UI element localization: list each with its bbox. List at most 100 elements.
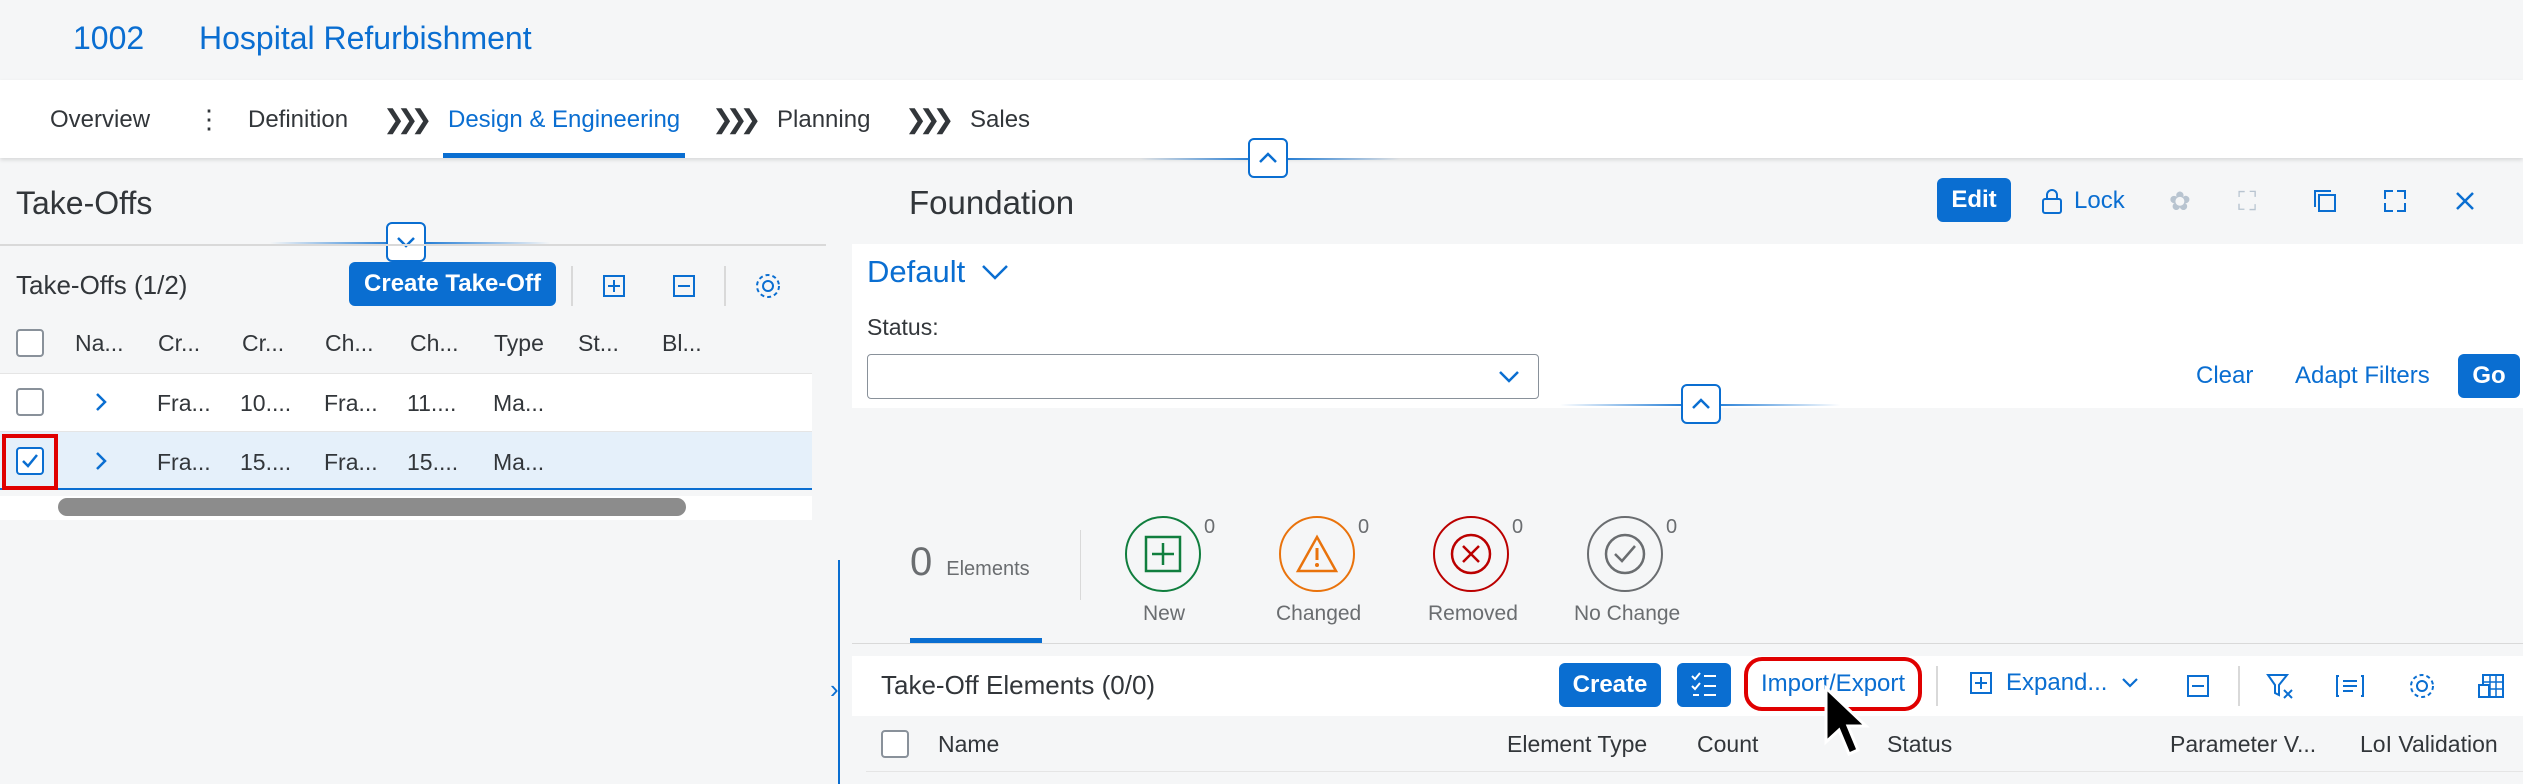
checklist-icon bbox=[1691, 672, 1716, 696]
kpi-no-change[interactable] bbox=[1587, 516, 1663, 592]
elements-label: Elements bbox=[946, 558, 1030, 580]
palette-icon: ✿ bbox=[2169, 186, 2191, 216]
column-header[interactable]: Name bbox=[938, 731, 999, 758]
lock-button[interactable]: Lock bbox=[2040, 184, 2130, 218]
column-header[interactable]: Parameter V... bbox=[2170, 731, 2316, 758]
kpi-new[interactable] bbox=[1125, 516, 1201, 592]
collapse-filter-button[interactable] bbox=[1681, 384, 1721, 424]
elements-table-title: Take-Off Elements (0/0) bbox=[881, 670, 1156, 700]
tab-sales[interactable]: Sales bbox=[970, 106, 1030, 134]
column-header[interactable]: Na... bbox=[75, 330, 124, 357]
go-button[interactable]: Go bbox=[2458, 354, 2520, 398]
toolbar-separator bbox=[1936, 666, 1938, 706]
table-row[interactable] bbox=[0, 374, 812, 432]
column-header[interactable]: Cr... bbox=[242, 330, 284, 357]
lock-icon bbox=[2042, 189, 2062, 214]
kpi-separator bbox=[1080, 530, 1081, 600]
cell: 15.... bbox=[407, 449, 459, 475]
variant-selector[interactable]: Default bbox=[867, 254, 1009, 290]
cell: Ma... bbox=[493, 449, 545, 475]
check-circle-icon bbox=[1604, 533, 1646, 575]
tab-active-indicator bbox=[443, 153, 685, 158]
clear-button[interactable]: Clear bbox=[2196, 362, 2253, 390]
more-icon[interactable]: ⋮ bbox=[196, 104, 222, 135]
kpi-removed[interactable] bbox=[1433, 516, 1509, 592]
kpi-bottom-separator bbox=[852, 643, 2523, 644]
highlight-annotation bbox=[2, 434, 58, 490]
lock-label: Lock bbox=[2074, 187, 2125, 214]
column-header[interactable]: Ch... bbox=[325, 330, 374, 357]
cell: 11.... bbox=[407, 390, 457, 416]
elements-count: 0 bbox=[910, 540, 933, 584]
column-header[interactable]: Cr... bbox=[158, 330, 200, 357]
tab-planning[interactable]: Planning bbox=[777, 106, 870, 134]
table-row-selected[interactable] bbox=[0, 432, 812, 490]
kpi-removed-count: 0 bbox=[1512, 516, 1524, 538]
mouse-cursor-icon bbox=[1824, 684, 1870, 756]
expand-all-icon[interactable] bbox=[596, 268, 632, 304]
chevron-right-icon[interactable] bbox=[88, 389, 114, 415]
collapse-all-icon[interactable] bbox=[2180, 668, 2216, 704]
column-header[interactable]: St... bbox=[578, 330, 619, 357]
chevron-right-icon[interactable] bbox=[88, 448, 114, 474]
clear-filter-icon[interactable] bbox=[2262, 668, 2298, 704]
column-header[interactable]: Bl... bbox=[662, 330, 702, 357]
cell: Ma... bbox=[493, 390, 545, 416]
column-header[interactable]: LoI Validation bbox=[2360, 731, 2498, 758]
chevrons-icon: ❯❯❯ bbox=[383, 104, 432, 134]
select-all-elements-checkbox[interactable] bbox=[881, 730, 909, 758]
takeoffs-table-title: Take-Offs (1/2) bbox=[16, 270, 188, 300]
kpi-changed-count: 0 bbox=[1358, 516, 1370, 538]
expand-menu-button[interactable]: Expand... bbox=[1966, 668, 2139, 698]
export-spreadsheet-icon[interactable] bbox=[2474, 668, 2510, 704]
column-header[interactable]: Element Type bbox=[1507, 731, 1647, 758]
remove-icon bbox=[1450, 533, 1492, 575]
cell: Fra... bbox=[157, 449, 211, 475]
toolbar-separator bbox=[571, 266, 573, 306]
tab-definition[interactable]: Definition bbox=[248, 106, 348, 134]
create-takeoff-button[interactable]: Create Take-Off bbox=[349, 262, 556, 306]
edit-button[interactable]: Edit bbox=[1937, 178, 2011, 222]
expand-icon bbox=[1970, 672, 1992, 694]
status-select[interactable] bbox=[867, 354, 1539, 399]
chevron-down-icon bbox=[2122, 678, 2139, 688]
tab-design-engineering[interactable]: Design & Engineering bbox=[448, 106, 680, 134]
horizontal-scrollbar-thumb[interactable] bbox=[58, 498, 686, 516]
cell: 10.... bbox=[240, 390, 292, 416]
toolbar-separator bbox=[2238, 666, 2240, 706]
chevrons-icon: ❯❯❯ bbox=[712, 104, 761, 134]
column-header[interactable]: Ch... bbox=[410, 330, 459, 357]
collapse-header-button[interactable] bbox=[1248, 138, 1288, 178]
row-checkbox[interactable] bbox=[16, 388, 44, 416]
adapt-filters-button[interactable]: Adapt Filters bbox=[2295, 362, 2430, 390]
left-pane-title: Take-Offs bbox=[16, 185, 153, 221]
expand-pane-icon[interactable]: › bbox=[830, 674, 839, 705]
column-header[interactable]: Status bbox=[1887, 731, 1952, 758]
column-header[interactable]: Count bbox=[1697, 731, 1758, 758]
fullscreen-icon[interactable] bbox=[2378, 184, 2412, 218]
chevron-down-icon bbox=[397, 237, 415, 248]
copy-icon[interactable] bbox=[2308, 184, 2342, 218]
elements-count-tile[interactable]: 0 Elements bbox=[910, 540, 1030, 585]
kpi-new-label: New bbox=[1143, 602, 1186, 625]
chevron-up-icon bbox=[1692, 398, 1710, 409]
right-pane-title: Foundation bbox=[909, 184, 1075, 221]
kpi-no-change-count: 0 bbox=[1666, 516, 1678, 538]
collapse-all-icon[interactable] bbox=[666, 268, 702, 304]
create-element-button[interactable]: Create bbox=[1559, 663, 1661, 707]
close-icon[interactable] bbox=[2448, 184, 2482, 218]
cell: Fra... bbox=[324, 390, 378, 416]
settings-icon[interactable] bbox=[2404, 668, 2440, 704]
status-filter-label: Status: bbox=[867, 314, 939, 340]
text-list-icon[interactable] bbox=[2332, 668, 2368, 704]
checklist-button[interactable] bbox=[1677, 663, 1731, 707]
collapse-left-header-button[interactable] bbox=[386, 222, 426, 262]
tab-overview[interactable]: Overview bbox=[50, 106, 150, 134]
column-header[interactable]: Type bbox=[494, 330, 544, 357]
settings-icon[interactable] bbox=[750, 268, 786, 304]
image-icon: ⛶ bbox=[2238, 186, 2257, 216]
kpi-changed[interactable] bbox=[1279, 516, 1355, 592]
select-all-checkbox[interactable] bbox=[16, 329, 44, 357]
pane-divider[interactable] bbox=[838, 560, 840, 784]
chevrons-icon: ❯❯❯ bbox=[905, 104, 954, 134]
